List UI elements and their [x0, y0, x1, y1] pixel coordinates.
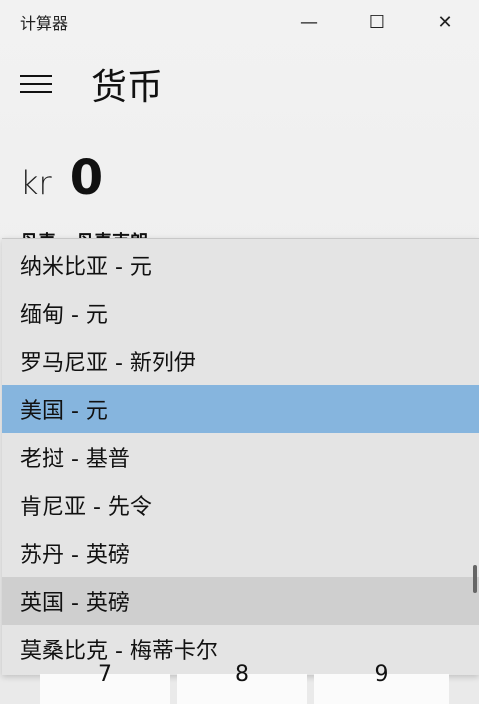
dropdown-item[interactable]: 苏丹 - 英磅	[2, 529, 479, 577]
key-7-button[interactable]: 7	[40, 662, 170, 704]
key-8-button[interactable]: 8	[177, 662, 307, 704]
key-9-button[interactable]: 9	[314, 662, 449, 704]
key-7-label: 7	[98, 662, 112, 687]
dropdown-item[interactable]: 英国 - 英磅	[2, 577, 479, 625]
key-9-label: 9	[374, 662, 389, 687]
display-value: 0	[69, 150, 104, 206]
dropdown-item-label: 苏丹 - 英磅	[20, 543, 130, 568]
dropdown-item-label: 纳米比亚 - 元	[20, 255, 152, 280]
dropdown-item[interactable]: 罗马尼亚 - 新列伊	[2, 337, 479, 385]
calculator-window: 计算器 — ☐ ✕ 货币 kr 0 丹麦 - 丹麦克朗 纳米比亚 - 元缅甸 -…	[0, 0, 479, 704]
minimize-button[interactable]: —	[275, 0, 343, 44]
dropdown-item[interactable]: 美国 - 元	[2, 385, 479, 433]
dropdown-item-label: 肯尼亚 - 先令	[20, 495, 152, 520]
dropdown-item[interactable]: 纳米比亚 - 元	[2, 241, 479, 289]
page-title: 货币	[91, 67, 164, 108]
dropdown-item[interactable]: 老挝 - 基普	[2, 433, 479, 481]
close-icon: ✕	[437, 11, 453, 33]
dropdown-item-label: 老挝 - 基普	[20, 447, 130, 472]
dropdown-item-label: 美国 - 元	[20, 399, 108, 424]
dropdown-item-label: 英国 - 英磅	[20, 591, 130, 616]
dropdown-item[interactable]: 缅甸 - 元	[2, 289, 479, 337]
currency-dropdown[interactable]: 纳米比亚 - 元缅甸 - 元罗马尼亚 - 新列伊 美国 - 元老挝 - 基普 肯尼亚…	[2, 238, 479, 675]
dropdown-item-label: 莫桑比克 - 梅蒂卡尔	[20, 639, 218, 664]
currency-display: kr 0	[20, 150, 103, 210]
window-title: 计算器	[20, 14, 69, 33]
dropdown-item-label: 罗马尼亚 - 新列伊	[20, 351, 196, 376]
dropdown-item[interactable]: 肯尼亚 - 先令	[2, 481, 479, 529]
app-header: 货币	[0, 52, 479, 112]
hamburger-menu-icon[interactable]	[20, 72, 52, 96]
title-bar[interactable]: 计算器 — ☐ ✕	[0, 0, 479, 44]
window-controls: — ☐ ✕	[275, 0, 479, 44]
dropdown-item-label: 缅甸 - 元	[20, 303, 108, 328]
key-8-label: 8	[235, 662, 249, 687]
currency-symbol: kr	[20, 164, 52, 202]
dropdown-scrollbar[interactable]	[473, 565, 477, 593]
close-button[interactable]: ✕	[411, 0, 479, 44]
maximize-button[interactable]: ☐	[343, 0, 411, 44]
maximize-icon: ☐	[368, 11, 386, 33]
minimize-icon: —	[300, 11, 318, 33]
